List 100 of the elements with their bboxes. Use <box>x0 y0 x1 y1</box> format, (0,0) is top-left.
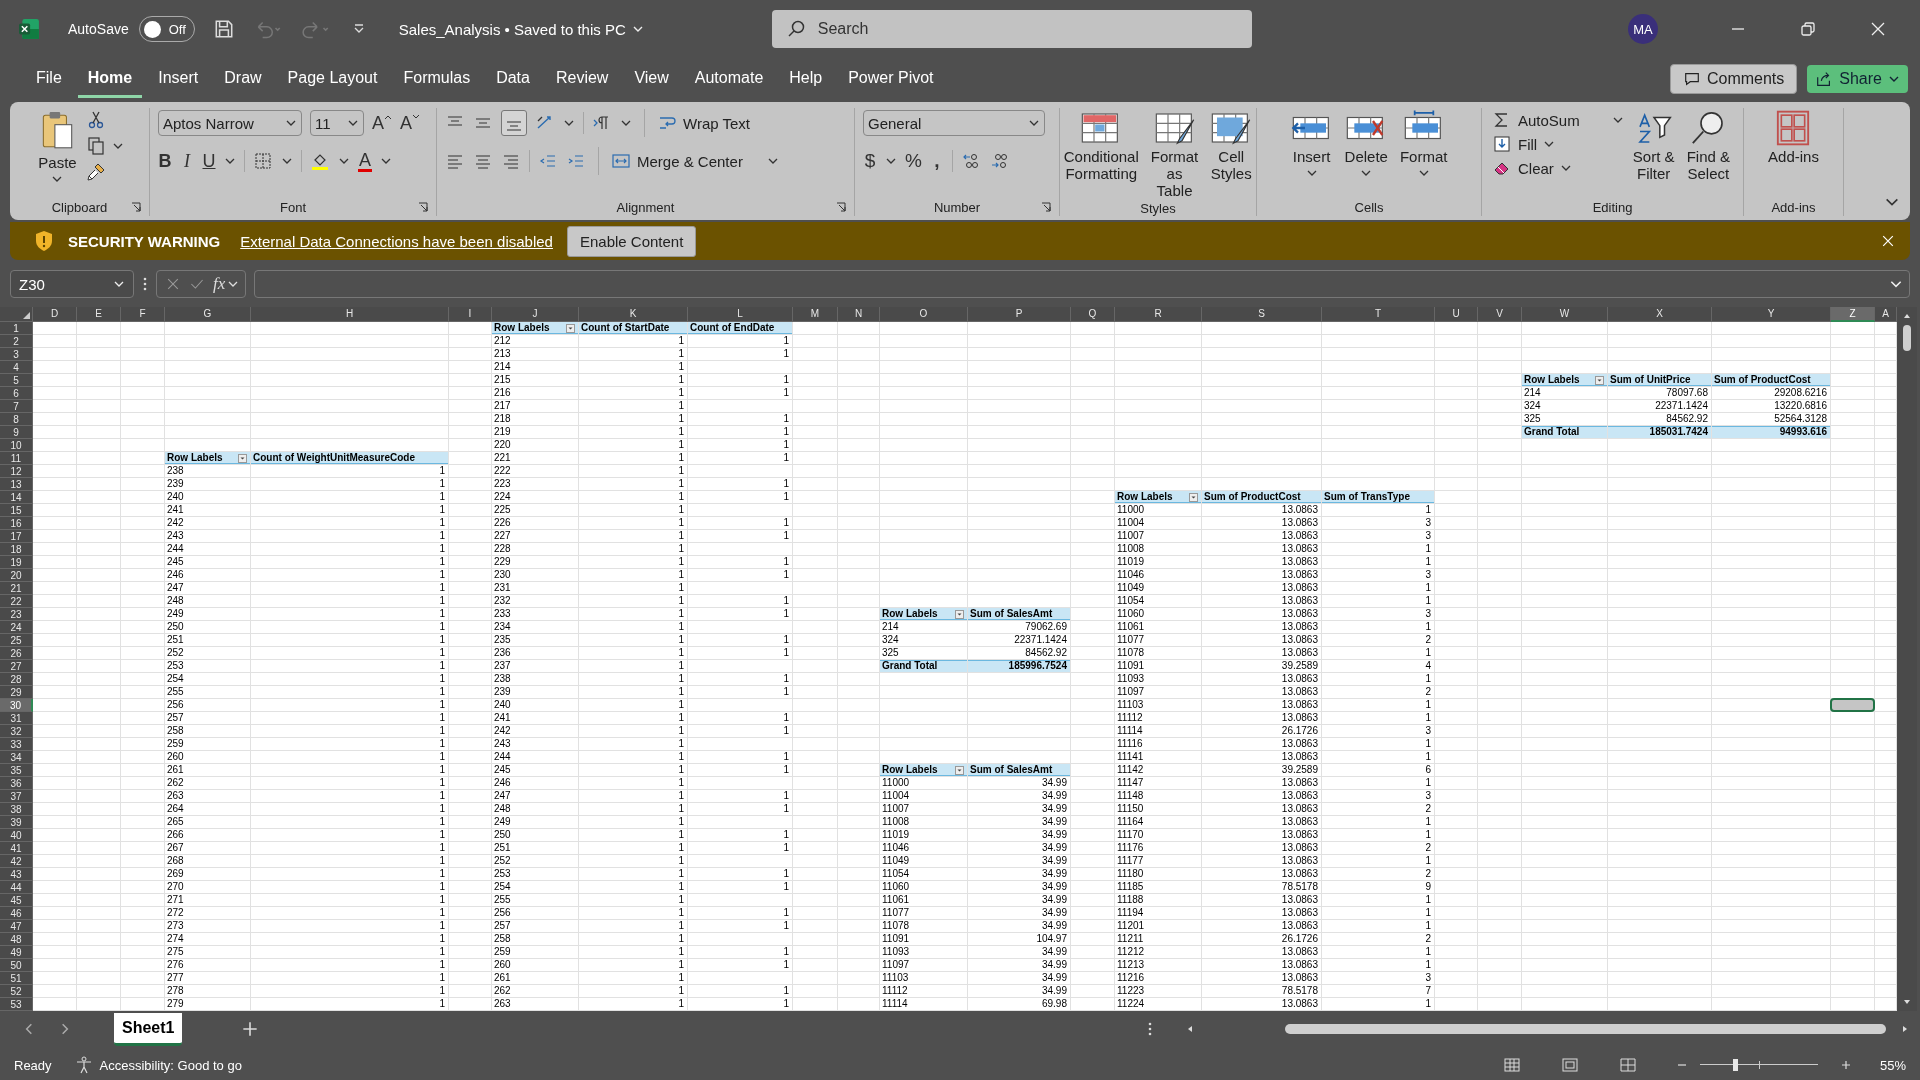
dialog-launcher-icon[interactable] <box>1041 202 1051 212</box>
dialog-launcher-icon[interactable] <box>131 202 141 212</box>
cells-button[interactable]: Delete <box>1341 108 1391 181</box>
row-number[interactable]: 2 <box>0 335 33 348</box>
row-number[interactable]: 43 <box>0 868 33 881</box>
column-header[interactable]: R <box>1115 307 1202 322</box>
column-header[interactable]: H <box>251 307 449 322</box>
share-button[interactable]: Share <box>1807 65 1908 93</box>
paste-button[interactable]: Paste <box>35 108 80 187</box>
row-number[interactable]: 3 <box>0 348 33 361</box>
row-number[interactable]: 44 <box>0 881 33 894</box>
row-number[interactable]: 5 <box>0 374 33 387</box>
row-number[interactable]: 50 <box>0 959 33 972</box>
column-header[interactable]: D <box>33 307 77 322</box>
column-header[interactable]: W <box>1522 307 1608 322</box>
ribbon-tab[interactable]: Automate <box>684 60 774 98</box>
increase-font-size-button[interactable]: A <box>372 112 392 134</box>
font-name-dropdown[interactable]: Aptos Narrow <box>158 110 302 136</box>
ribbon-tab[interactable]: Draw <box>214 60 272 98</box>
row-number[interactable]: 52 <box>0 985 33 998</box>
comments-button[interactable]: Comments <box>1669 64 1798 94</box>
row-number[interactable]: 27 <box>0 660 33 673</box>
number-format-dropdown[interactable]: General <box>863 110 1045 136</box>
fill-button[interactable]: Fill <box>1491 134 1624 154</box>
autosum-button[interactable]: AutoSum <box>1491 110 1624 130</box>
font-size-dropdown[interactable]: 11 <box>310 110 364 136</box>
row-number[interactable]: 24 <box>0 621 33 634</box>
bold-button[interactable]: B <box>158 150 172 172</box>
row-number[interactable]: 42 <box>0 855 33 868</box>
styles-button[interactable]: Format as Table <box>1147 108 1202 201</box>
row-number[interactable]: 29 <box>0 686 33 699</box>
dialog-launcher-icon[interactable] <box>836 202 846 212</box>
row-number[interactable]: 13 <box>0 478 33 491</box>
sheet-tab[interactable]: Sheet1 <box>114 1012 183 1046</box>
row-number[interactable]: 16 <box>0 517 33 530</box>
row-number[interactable]: 26 <box>0 647 33 660</box>
row-number[interactable]: 21 <box>0 582 33 595</box>
scrollbar-thumb[interactable] <box>1903 325 1911 351</box>
close-icon[interactable] <box>1880 233 1896 249</box>
formula-input[interactable] <box>254 270 1910 298</box>
customize-toolbar-icon[interactable] <box>352 23 365 35</box>
align-bottom-icon[interactable] <box>501 110 527 136</box>
copy-icon[interactable] <box>85 136 106 156</box>
name-box[interactable]: Z30 <box>10 270 134 298</box>
dialog-launcher-icon[interactable] <box>418 202 428 212</box>
cancel-icon[interactable] <box>165 276 181 292</box>
column-header[interactable]: N <box>838 307 880 322</box>
row-number[interactable]: 17 <box>0 530 33 543</box>
search-field[interactable]: Search <box>771 10 1252 48</box>
row-number[interactable]: 30 <box>0 699 33 712</box>
column-header[interactable]: S <box>1202 307 1322 322</box>
ribbon-tab[interactable]: File <box>26 60 72 98</box>
column-header[interactable]: P <box>968 307 1071 322</box>
row-number[interactable]: 32 <box>0 725 33 738</box>
row-number[interactable]: 4 <box>0 361 33 374</box>
row-number[interactable]: 45 <box>0 894 33 907</box>
column-header[interactable]: Y <box>1712 307 1831 322</box>
row-number[interactable]: 12 <box>0 465 33 478</box>
user-avatar[interactable]: MA <box>1628 14 1658 44</box>
decrease-font-size-button[interactable]: A <box>400 112 421 134</box>
row-number[interactable]: 23 <box>0 608 33 621</box>
accessibility-button[interactable]: Accessibility: Good to go <box>73 1055 242 1075</box>
column-header[interactable]: E <box>77 307 121 322</box>
row-number[interactable]: 6 <box>0 387 33 400</box>
row-number[interactable]: 34 <box>0 751 33 764</box>
vertical-scrollbar[interactable] <box>1897 307 1917 1011</box>
font-color-button[interactable]: A <box>358 150 372 172</box>
column-header[interactable]: M <box>793 307 838 322</box>
row-number[interactable]: 41 <box>0 842 33 855</box>
row-number[interactable]: 22 <box>0 595 33 608</box>
row-number[interactable]: 47 <box>0 920 33 933</box>
column-header[interactable]: F <box>121 307 165 322</box>
restore-icon[interactable] <box>1798 19 1818 39</box>
ribbon-tab[interactable]: Page Layout <box>277 60 388 98</box>
ribbon-tab[interactable]: Review <box>545 60 619 98</box>
row-number[interactable]: 14 <box>0 491 33 504</box>
row-number[interactable]: 31 <box>0 712 33 725</box>
selected-cell[interactable] <box>1830 698 1875 712</box>
italic-button[interactable]: I <box>180 150 194 172</box>
select-all-button[interactable] <box>0 307 33 322</box>
column-header[interactable]: X <box>1608 307 1712 322</box>
cells-button[interactable]: Insert <box>1287 108 1336 181</box>
row-number[interactable]: 19 <box>0 556 33 569</box>
row-number[interactable]: 10 <box>0 439 33 452</box>
row-number[interactable]: 40 <box>0 829 33 842</box>
page-break-preview-icon[interactable] <box>1617 1055 1638 1075</box>
row-number[interactable]: 39 <box>0 816 33 829</box>
page-layout-icon[interactable] <box>1559 1055 1580 1075</box>
row-number[interactable]: 18 <box>0 543 33 556</box>
styles-button[interactable]: Conditional Formatting <box>1060 108 1142 184</box>
zoom-in-icon[interactable] <box>1839 1059 1852 1071</box>
ribbon-tab[interactable]: Power Pivot <box>838 60 944 98</box>
row-number[interactable]: 53 <box>0 998 33 1011</box>
column-header[interactable]: A <box>1875 307 1897 322</box>
column-header[interactable]: L <box>688 307 793 322</box>
row-number[interactable]: 15 <box>0 504 33 517</box>
column-header[interactable]: Q <box>1071 307 1115 322</box>
row-number[interactable]: 7 <box>0 400 33 413</box>
document-title-button[interactable]: Sales_Analysis • Saved to this PC <box>398 20 644 38</box>
security-warning-link[interactable]: External Data Connections have been disabled <box>240 232 553 250</box>
